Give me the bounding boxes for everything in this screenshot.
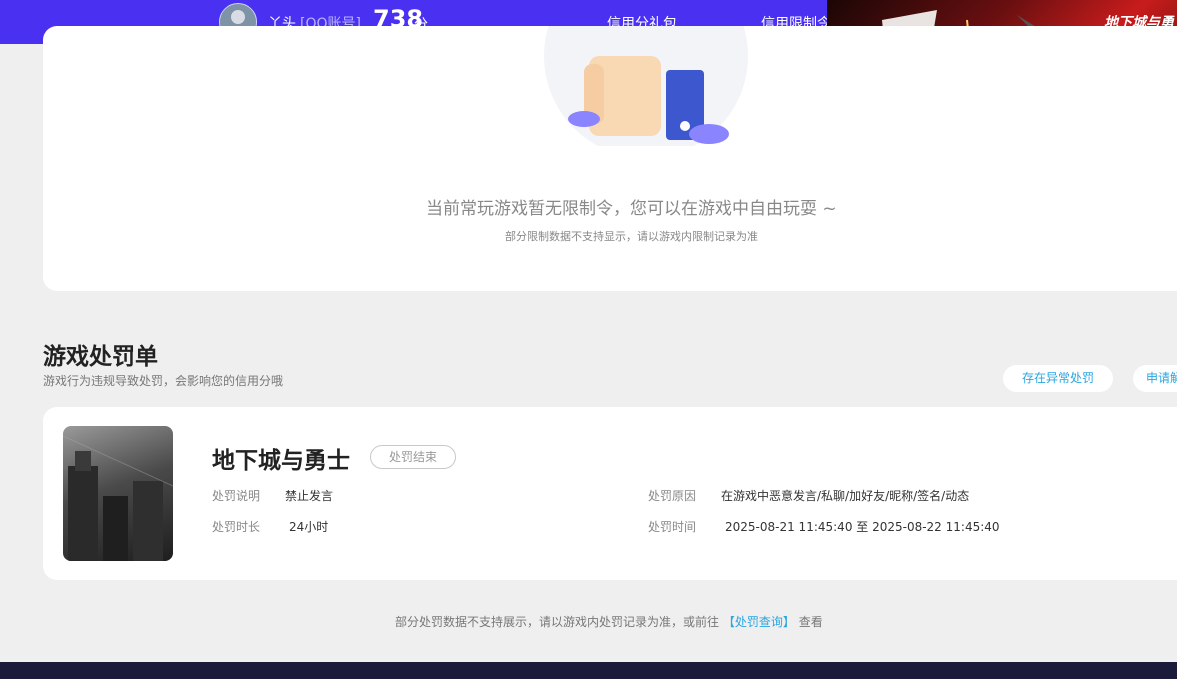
game-thumbnail [63, 426, 173, 561]
footer-note-text: 部分处罚数据不支持展示，请以游戏内处罚记录为准，或前往 [395, 615, 720, 629]
footer-note: 部分处罚数据不支持展示，请以游戏内处罚记录为准，或前往 【处罚查询】 查看 [395, 613, 823, 630]
bottom-bar [0, 662, 1177, 679]
apply-unban-button[interactable]: 申请解 [1133, 365, 1177, 392]
penalty-time-label: 处罚时间 [648, 520, 697, 534]
empty-message: 当前常玩游戏暂无限制令，您可以在游戏中自由玩耍 ~ [426, 199, 837, 219]
section-subtitle: 游戏行为违规导致处罚，会影响您的信用分哦 [43, 374, 284, 388]
penalty-duration-value: 24小时 [289, 520, 329, 534]
penalty-query-link[interactable]: 【处罚查询】 [723, 615, 795, 629]
thumbs-up-illustration [544, 26, 749, 146]
penalty-time-value: 2025-08-21 11:45:40 至 2025-08-22 11:45:4… [725, 520, 1000, 534]
penalty-desc-label: 处罚说明 [212, 489, 261, 503]
report-abnormal-penalty-button[interactable]: 存在异常处罚 [1003, 365, 1113, 392]
penalty-duration-label: 处罚时长 [212, 520, 261, 534]
empty-note: 部分限制数据不支持显示，请以游戏内限制记录为准 [505, 230, 758, 243]
penalty-reason-value: 在游戏中恶意发言/私聊/加好友/昵称/签名/动态 [721, 489, 970, 503]
footer-note-suffix: 查看 [798, 615, 823, 629]
game-name: 地下城与勇士 [212, 448, 350, 474]
penalty-desc-value: 禁止发言 [285, 489, 334, 503]
section-title: 游戏处罚单 [43, 344, 158, 370]
status-badge: 处罚结束 [370, 445, 456, 469]
penalty-reason-label: 处罚原因 [648, 489, 697, 503]
